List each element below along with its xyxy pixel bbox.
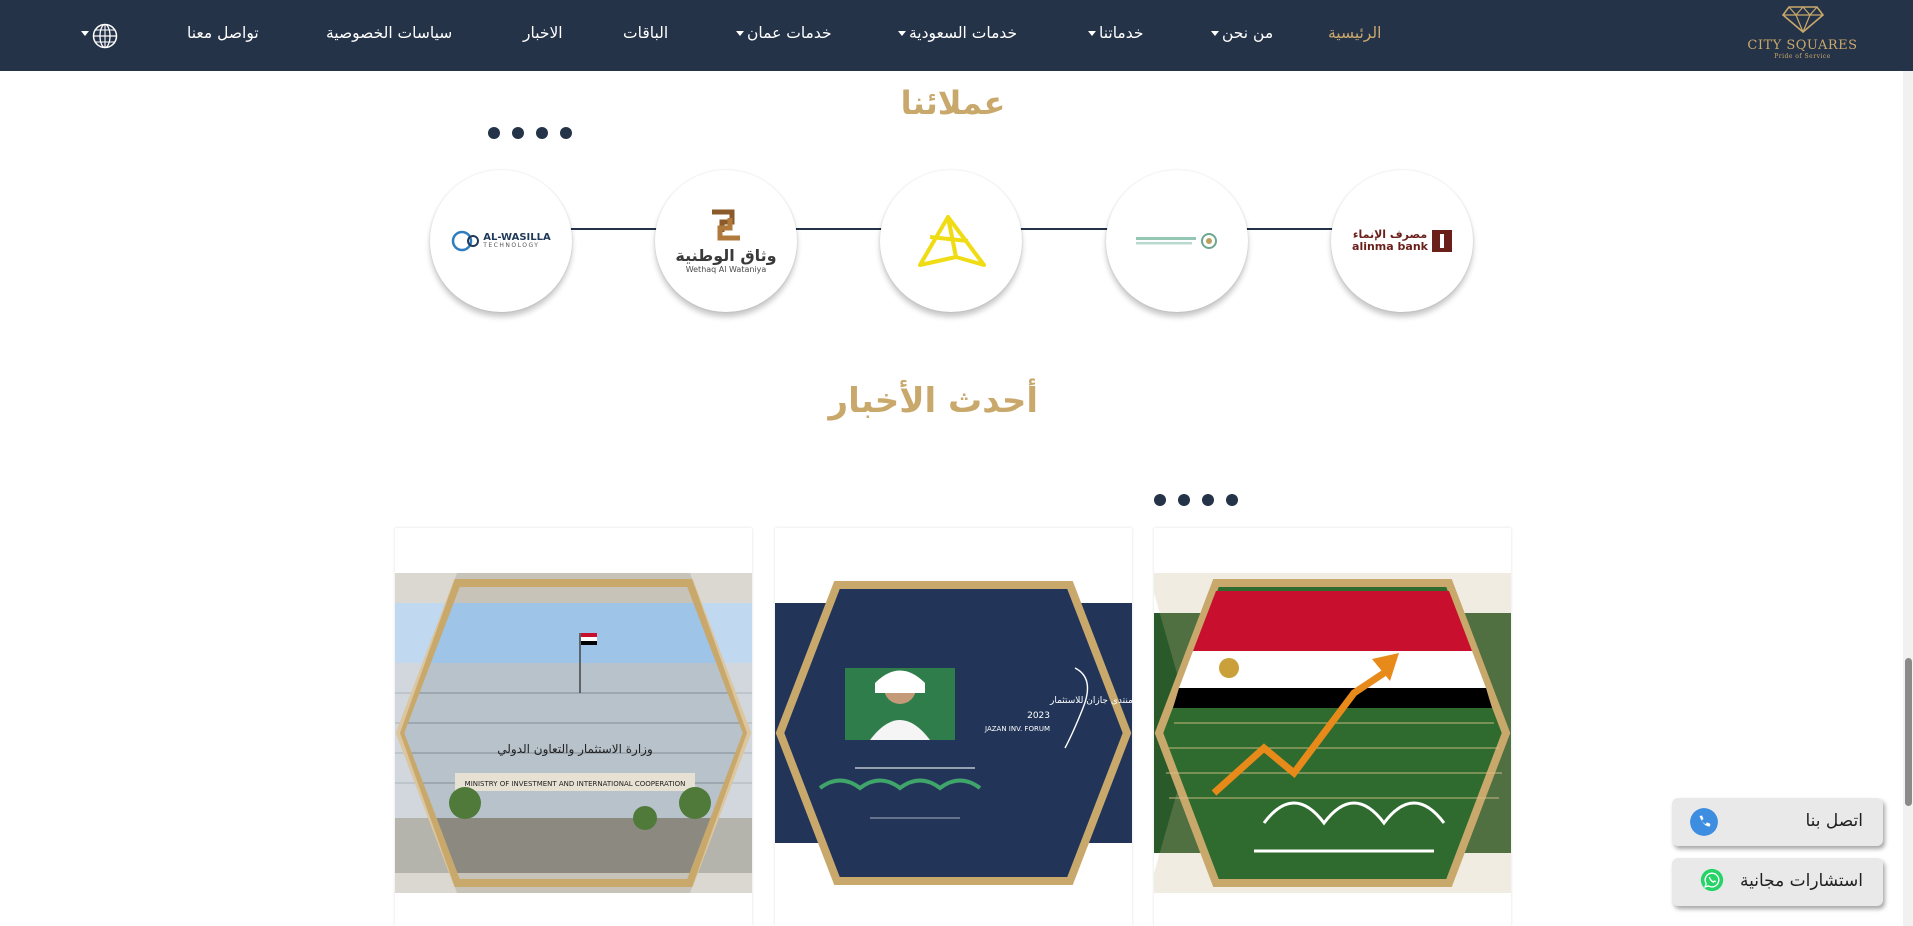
al-wasilla-sub: TECHNOLOGY — [483, 242, 540, 250]
logo-tagline: Pride of Service — [1774, 53, 1831, 60]
globe-icon[interactable] — [92, 23, 118, 49]
client-al-wasilla[interactable]: AL-WASILLA TECHNOLOGY — [430, 170, 572, 312]
chevron-down-icon — [736, 31, 744, 36]
top-navbar: CITY SQUARES Pride of Service الرئيسية م… — [0, 0, 1913, 71]
carousel-dot[interactable] — [1226, 494, 1238, 506]
nav-item-news[interactable]: الاخبار — [523, 24, 563, 42]
carousel-dot[interactable] — [1178, 494, 1190, 506]
nav-item-oman-services[interactable]: خدمات عمان — [733, 24, 832, 42]
contact-us-button[interactable]: اتصل بنا — [1672, 798, 1883, 846]
nav-item-saudi-services[interactable]: خدمات السعودية — [895, 24, 1017, 42]
wethaq-arabic-name: وثاق الوطنية — [675, 245, 777, 265]
news-card[interactable] — [1154, 528, 1511, 926]
free-consultation-button[interactable]: استشارات مجانية — [1672, 858, 1883, 906]
jazan-forum-english: JAZAN INV. FORUM — [984, 725, 1050, 733]
jazan-forum-arabic: منتدى جازان للاستثمار — [1049, 696, 1132, 706]
saudi-egypt-flags-news-image — [1154, 573, 1511, 893]
ministry-sign-arabic: وزارة الاستثمار والتعاون الدولي — [497, 742, 653, 757]
whatsapp-icon — [1700, 868, 1724, 892]
jazan-forum-year: 2023 — [1027, 711, 1050, 721]
chevron-down-icon — [1088, 31, 1096, 36]
ministry-building-news-image: MINISTRY OF INVESTMENT AND INTERNATIONAL… — [395, 573, 752, 893]
news-title: أحدث الأخبار — [828, 381, 1039, 421]
authority-logo — [1136, 233, 1217, 249]
phone-icon — [1690, 808, 1718, 836]
news-carousel-dots — [1154, 494, 1238, 506]
site-logo[interactable]: CITY SQUARES Pride of Service — [1745, 5, 1860, 65]
alinma-mark-icon — [1431, 230, 1452, 252]
jazan-forum-news-image: منتدى جازان للاستثمار 2023 JAZAN INV. FO… — [775, 573, 1132, 893]
carousel-dot[interactable] — [560, 127, 572, 139]
diamond-logo-icon — [1781, 6, 1824, 34]
carousel-dot[interactable] — [488, 127, 500, 139]
news-card[interactable]: منتدى جازان للاستثمار 2023 JAZAN INV. FO… — [775, 528, 1132, 926]
client-wethaq[interactable]: وثاق الوطنية Wethaq Al Wataniya — [655, 170, 797, 312]
page: CITY SQUARES Pride of Service الرئيسية م… — [0, 0, 1913, 926]
nav-item-packages[interactable]: الباقات — [623, 24, 668, 42]
contact-us-label: اتصل بنا — [1805, 811, 1863, 831]
carousel-dot[interactable] — [536, 127, 548, 139]
client-yellow-emblem[interactable] — [880, 170, 1022, 312]
news-card[interactable]: MINISTRY OF INVESTMENT AND INTERNATIONAL… — [395, 528, 752, 926]
nav-item-privacy[interactable]: سياسات الخصوصية — [326, 24, 452, 42]
ministry-sign-english: MINISTRY OF INVESTMENT AND INTERNATIONAL… — [465, 780, 686, 788]
wethaq-mark-icon — [711, 209, 740, 241]
language-dropdown-caret-icon[interactable] — [81, 31, 89, 36]
free-consultation-label: استشارات مجانية — [1739, 871, 1863, 891]
clients-title: عملائنا — [900, 84, 1006, 122]
wethaq-logo: وثاق الوطنية Wethaq Al Wataniya — [675, 208, 777, 275]
carousel-dot[interactable] — [1154, 494, 1166, 506]
page-scrollbar-thumb[interactable] — [1905, 658, 1912, 806]
carousel-dot[interactable] — [512, 127, 524, 139]
nav-item-services[interactable]: خدماتنا — [1085, 24, 1143, 42]
alinma-english-name: alinma bank — [1352, 240, 1428, 253]
clients-carousel-dots — [488, 127, 572, 139]
alinma-bank-logo: مصرف الإنماء alinma bank — [1352, 228, 1452, 253]
nav-item-contact[interactable]: تواصل معنا — [187, 24, 259, 42]
client-alinma-bank[interactable]: مصرف الإنماء alinma bank — [1331, 170, 1473, 312]
nav-item-about[interactable]: من نحن — [1208, 24, 1273, 42]
yellow-emblem-logo — [918, 215, 986, 267]
chevron-down-icon — [898, 31, 906, 36]
logo-brand-text: CITY SQUARES — [1747, 38, 1858, 53]
wethaq-english-name: Wethaq Al Wataniya — [685, 265, 767, 275]
chevron-down-icon — [1211, 31, 1219, 36]
client-authority[interactable] — [1106, 170, 1248, 312]
al-wasilla-logo: AL-WASILLA TECHNOLOGY — [451, 228, 551, 254]
al-wasilla-mark-icon — [451, 230, 480, 252]
nav-item-home[interactable]: الرئيسية — [1328, 24, 1381, 42]
carousel-dot[interactable] — [1202, 494, 1214, 506]
